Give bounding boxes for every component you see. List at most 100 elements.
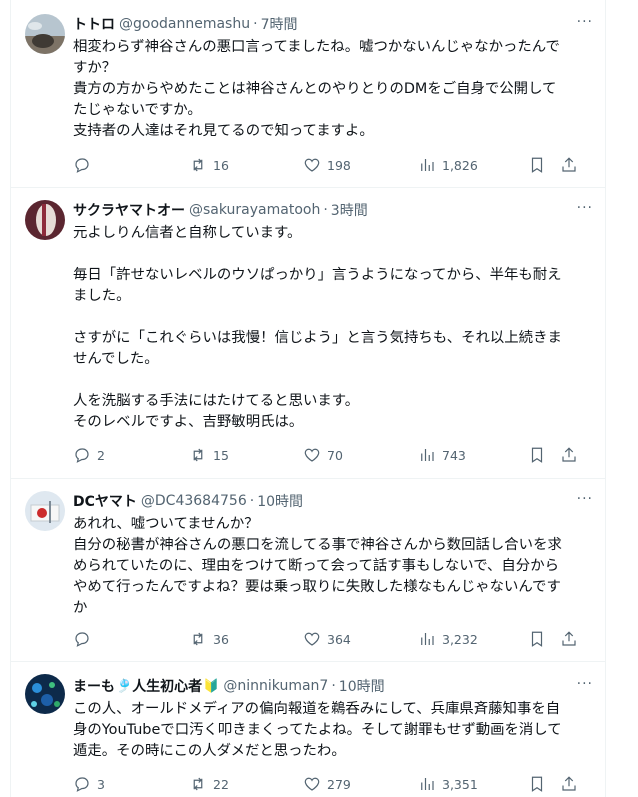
avatar[interactable] [25,200,65,240]
repost-count: 15 [213,447,229,463]
reply-count: 3 [97,776,105,792]
like-count: 70 [327,447,343,463]
wind-chime-icon: 🎐 [116,678,133,694]
share-button[interactable] [560,443,578,467]
reply-button[interactable]: 2 [73,443,105,467]
separator-dot: · [331,678,336,694]
reply-icon [75,777,89,792]
repost-button[interactable]: 16 [189,153,229,177]
like-button[interactable]: 364 [303,627,351,651]
bookmark-icon [531,157,543,173]
bookmark-icon [531,631,543,647]
views-button[interactable]: 743 [418,443,466,467]
more-icon[interactable]: ··· [577,14,593,30]
repost-button[interactable]: 22 [189,772,229,796]
display-name[interactable]: DCヤマト [73,491,137,511]
share-icon [562,447,576,462]
reply-button[interactable] [73,153,91,177]
tweet-actions: 16 198 1,826 [73,153,605,177]
tweet-header: トトロ @goodannemashu · 7時間 ··· [73,14,593,34]
share-icon [562,776,576,791]
tweet-actions: 36 364 3,232 [73,627,605,651]
share-button[interactable] [560,153,578,177]
views-icon [421,633,434,645]
user-handle[interactable]: @sakurayamatooh [189,202,320,218]
views-button[interactable]: 3,232 [418,627,478,651]
timestamp[interactable]: 10時間 [339,676,385,696]
repost-icon [193,632,203,646]
reply-icon [75,448,89,463]
tweet-header: まーも 🎐 人生初心者 🔰 @ninnikuman7 · 10時間 ··· [73,676,593,696]
heart-icon [304,777,320,791]
avatar[interactable] [25,491,65,531]
like-count: 364 [327,631,351,647]
tweet-actions: 2 15 70 743 [73,443,605,467]
user-handle[interactable]: @goodannemashu [119,16,250,32]
tweet[interactable]: DCヤマト @DC43684756 · 10時間 ··· あれれ、嘘ついてません… [11,479,605,662]
bookmark-button[interactable] [528,153,546,177]
tweet[interactable]: サクラヤマトオー @sakurayamatooh · 3時間 ··· 元よしりん… [11,188,605,479]
views-icon [421,449,434,461]
display-name[interactable]: サクラヤマトオー [73,200,185,220]
like-button[interactable]: 198 [303,153,351,177]
separator-dot: · [249,493,255,509]
display-name[interactable]: まーも [73,676,115,696]
reply-icon [75,158,89,173]
views-count: 3,232 [442,631,478,647]
avatar[interactable] [25,14,65,54]
views-count: 3,351 [442,776,478,792]
repost-icon [193,777,203,791]
tweet[interactable]: トトロ @goodannemashu · 7時間 ··· 相変わらず神谷さんの悪… [11,0,605,188]
bookmark-button[interactable] [528,772,546,796]
heart-icon [304,158,320,172]
reply-button[interactable]: 3 [73,772,105,796]
repost-icon [193,448,203,462]
repost-icon [193,158,203,172]
views-count: 1,826 [442,157,478,173]
like-count: 198 [327,157,351,173]
tweet-text: あれれ、嘘ついてませんか？ 自分の秘書が神谷さんの悪口を流してる事で神谷さんから… [73,516,562,616]
more-icon[interactable]: ··· [577,676,593,692]
tweet-header: DCヤマト @DC43684756 · 10時間 ··· [73,491,593,511]
repost-count: 22 [213,776,229,792]
user-handle[interactable]: @ninnikuman7 [223,678,328,694]
separator-dot: · [323,202,328,218]
tweet-text: 相変わらず神谷さんの悪口言ってましたね。嘘つかないんじゃなかったんで すか？ 貴… [73,39,560,139]
user-handle[interactable]: @DC43684756 [141,493,247,509]
repost-button[interactable]: 36 [189,627,229,651]
share-button[interactable] [560,772,578,796]
tweet-header: サクラヤマトオー @sakurayamatooh · 3時間 ··· [73,200,593,220]
display-name[interactable]: トトロ [73,14,115,34]
timestamp[interactable]: 3時間 [331,200,368,220]
views-button[interactable]: 3,351 [418,772,478,796]
avatar[interactable] [25,674,65,714]
share-icon [562,157,576,172]
views-icon [421,159,434,171]
more-icon[interactable]: ··· [577,491,593,507]
beginner-badge-icon: 🔰 [203,678,220,694]
reply-button[interactable] [73,627,91,651]
tweet[interactable]: まーも 🎐 人生初心者 🔰 @ninnikuman7 · 10時間 ··· この… [11,662,605,797]
bookmark-button[interactable] [528,627,546,651]
more-icon[interactable]: ··· [577,200,593,216]
views-button[interactable]: 1,826 [418,153,478,177]
like-button[interactable]: 70 [303,443,343,467]
bookmark-icon [531,447,543,463]
repost-count: 16 [213,157,229,173]
bookmark-button[interactable] [528,443,546,467]
repost-count: 36 [213,631,229,647]
share-button[interactable] [560,627,578,651]
heart-icon [304,632,320,646]
views-icon [421,778,434,790]
like-button[interactable]: 279 [303,772,351,796]
timestamp[interactable]: 7時間 [261,14,298,34]
tweet-text: 元よしりん信者と自称しています。 毎日「許せないレベルのウソぱっかり」言うように… [73,225,562,430]
views-count: 743 [442,447,466,463]
tweet-actions: 3 22 279 3,351 [73,772,605,796]
separator-dot: · [253,16,258,32]
display-name-suffix[interactable]: 人生初心者 [132,676,202,696]
repost-button[interactable]: 15 [189,443,229,467]
timestamp[interactable]: 10時間 [257,491,303,511]
heart-icon [304,448,320,462]
reply-icon [75,632,89,647]
